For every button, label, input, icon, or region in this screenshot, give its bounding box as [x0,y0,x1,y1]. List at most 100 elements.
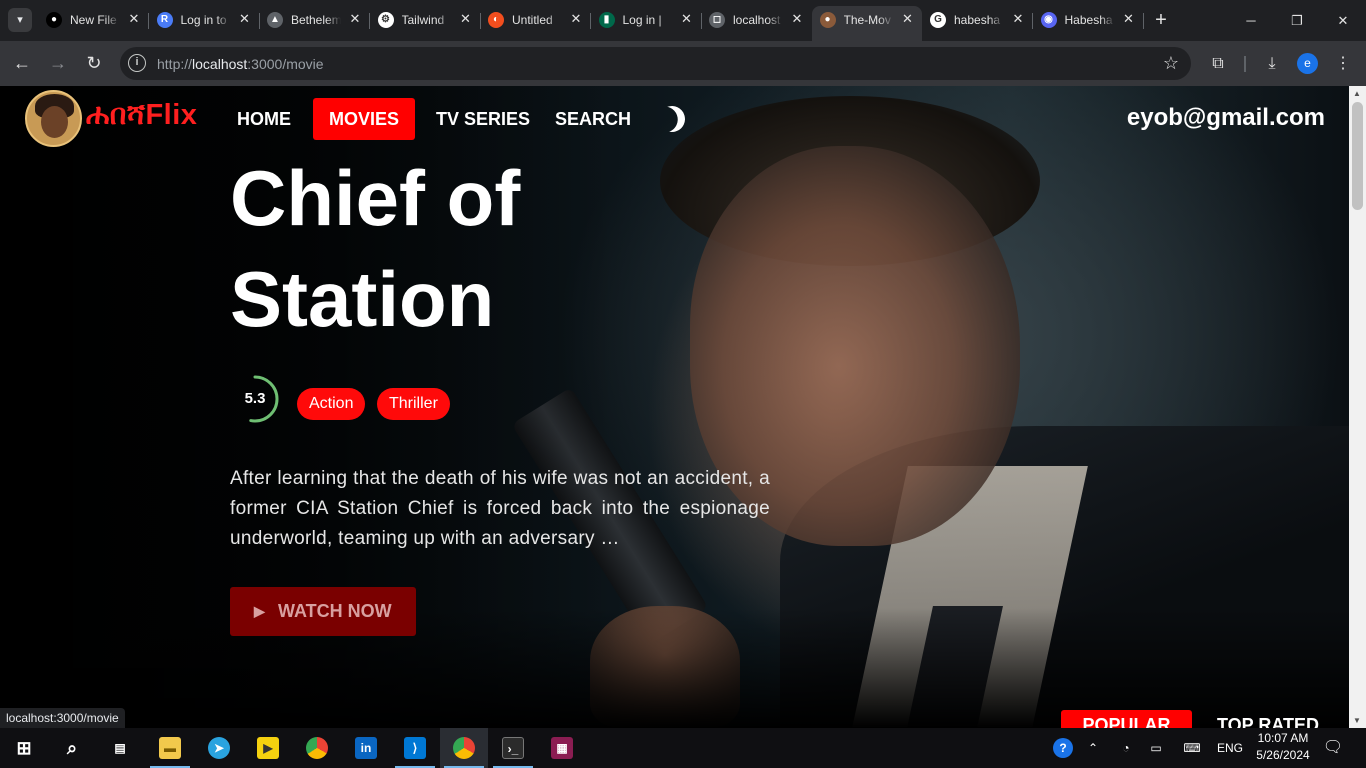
logo-avatar[interactable] [25,90,82,147]
tab-title: localhost [733,13,781,27]
taskbar-winrar[interactable]: ▦ [538,728,586,768]
genre-tag-action[interactable]: Action [297,388,366,420]
bookmark-star-icon[interactable]: ☆ [1163,53,1179,74]
watch-now-label: WATCH NOW [278,601,392,621]
tab-close-icon[interactable]: ✕ [126,11,142,27]
chrome-menu-icon[interactable]: ⋮ [1332,53,1354,75]
tab-popular[interactable]: POPULAR [1061,710,1192,728]
vscode-icon: ⟩ [404,737,426,759]
browser-tab[interactable]: ▲ Bethelem ✕ [259,6,370,35]
nav-movies[interactable]: MOVIES [313,98,416,140]
user-email[interactable]: eyob@gmail.com [1127,104,1325,132]
tab-title: Bethelem [291,13,341,27]
tab-title: Log in to [180,13,227,27]
scrollbar-thumb[interactable] [1352,102,1363,210]
toolbar-divider [1244,56,1246,72]
browser-tab[interactable]: ● New File ✕ [38,6,149,35]
tab-title: Log in | [622,13,662,27]
tab-title: Untitled [512,13,553,27]
tab-close-icon[interactable]: ✕ [347,11,363,27]
url-text[interactable]: http://localhost:3000/movie [157,56,324,72]
tab-close-icon[interactable]: ✕ [789,11,805,27]
browser-tab[interactable]: ◐ Untitled ✕ [480,6,591,35]
tab-search-button[interactable]: ▾ [8,8,32,32]
back-button[interactable]: ← [10,51,34,75]
wifi-icon[interactable]: ◔ [1114,728,1138,768]
site-info-icon[interactable]: i [128,54,146,72]
rating-value: 5.3 [244,390,266,407]
taskbar-vscode[interactable]: ⟩ [391,728,439,768]
taskbar-telegram[interactable]: ➤ [195,728,243,768]
start-button[interactable]: ⊞ [0,728,48,768]
tab-close-icon[interactable]: ✕ [1010,11,1026,27]
notifications-icon[interactable]: 🗨 [1320,728,1346,768]
profile-avatar[interactable]: e [1297,53,1318,74]
tray-chevron-up-icon[interactable]: ⌃ [1082,728,1104,768]
dark-mode-moon-icon[interactable] [655,102,688,135]
language-indicator[interactable]: ENG [1212,728,1248,768]
movie-title: Chief of Station [230,154,521,343]
tab-top-rated[interactable]: TOP RATED [1208,710,1328,728]
terminal-icon: ›_ [502,737,524,759]
tab-close-icon[interactable]: ✕ [679,11,695,27]
tab-close-icon[interactable]: ✕ [458,11,474,27]
linkedin-icon: in [355,737,377,759]
system-clock[interactable]: 10:07 AM 5/26/2024 [1252,730,1314,764]
windows-taskbar: ⊞ ⌕ ▤ ▬ ➤ ▶ in ⟩ ›_ ▦ ? ⌃ ◔ ▭ ⌨ ENG 10:0… [0,728,1366,768]
taskbar-file-explorer[interactable]: ▬ [146,728,194,768]
logo-avatar-face [41,106,68,138]
browser-tab[interactable]: ● The-Mov ✕ [811,6,922,41]
keyboard-icon[interactable]: ⌨ [1178,728,1206,768]
new-tab-button[interactable]: + [1150,9,1172,31]
scroll-down-arrow-icon[interactable]: ▼ [1353,716,1361,725]
download-icon[interactable]: ⤓ [1261,53,1283,75]
watch-now-button[interactable]: ▶ WATCH NOW [230,587,416,636]
browser-toolbar: ← → ↻ i http://localhost:3000/movie ☆ ⧉ … [0,41,1366,86]
browser-tab[interactable]: ◻ localhost ✕ [701,6,811,35]
browser-tab[interactable]: ▮ Log in | ✕ [591,6,702,35]
tab-close-icon[interactable]: ✕ [900,11,916,27]
rating-badge: 5.3 [230,374,280,424]
task-view-button[interactable]: ▤ [96,728,144,768]
nav-home[interactable]: HOME [221,98,307,140]
close-window-button[interactable]: ✕ [1320,0,1366,41]
minimize-button[interactable]: ─ [1228,0,1274,41]
browser-tab[interactable]: ◉ Habesha ✕ [1033,6,1144,35]
address-bar[interactable]: i http://localhost:3000/movie ☆ [120,47,1191,80]
genre-tag-thriller[interactable]: Thriller [377,388,450,420]
nav-tv-series[interactable]: TV SERIES [420,98,546,140]
file-explorer-icon: ▬ [159,737,181,759]
tab-title: New File [70,13,117,27]
status-bar-url: localhost:3000/movie [0,708,125,728]
tab-close-icon[interactable]: ✕ [237,11,253,27]
reload-button[interactable]: ↻ [82,51,106,75]
help-icon[interactable]: ? [1050,728,1076,768]
extensions-icon[interactable]: ⧉ [1207,53,1229,75]
nav-search[interactable]: SEARCH [539,98,647,140]
page-viewport: ሐበሻFlix HOME MOVIES TV SERIES SEARCH eyo… [0,86,1349,728]
page-scrollbar[interactable]: ▲ ▼ [1349,86,1366,728]
clock-date: 5/26/2024 [1256,748,1310,762]
telegram-icon: ➤ [208,737,230,759]
tab-close-icon[interactable]: ✕ [568,11,584,27]
render-icon: R [156,12,173,28]
site-logo-text[interactable]: ሐበሻFlix [86,99,197,132]
site-header: ሐበሻFlix HOME MOVIES TV SERIES SEARCH eyo… [0,86,1349,152]
browser-tab[interactable]: Ghabesha ✕ [922,6,1033,35]
habesha-avatar-icon: ● [819,12,836,28]
battery-icon[interactable]: ▭ [1144,728,1168,768]
browser-tab[interactable]: R Log in to ✕ [149,6,260,35]
taskbar-chrome-profile[interactable] [440,728,488,768]
search-button[interactable]: ⌕ [48,728,96,768]
browser-tab[interactable]: ⚙ Tailwind ✕ [370,6,481,35]
forward-button[interactable]: → [46,51,70,75]
taskbar-linkedin[interactable]: in [342,728,390,768]
tab-close-icon[interactable]: ✕ [1121,11,1137,27]
taskbar-media-player[interactable]: ▶ [244,728,292,768]
chrome-profile-icon [453,737,475,759]
taskbar-chrome[interactable] [293,728,341,768]
restore-button[interactable]: ❐ [1274,0,1320,41]
task-view-icon: ▤ [114,741,126,755]
scroll-up-arrow-icon[interactable]: ▲ [1353,89,1361,98]
taskbar-terminal[interactable]: ›_ [489,728,537,768]
